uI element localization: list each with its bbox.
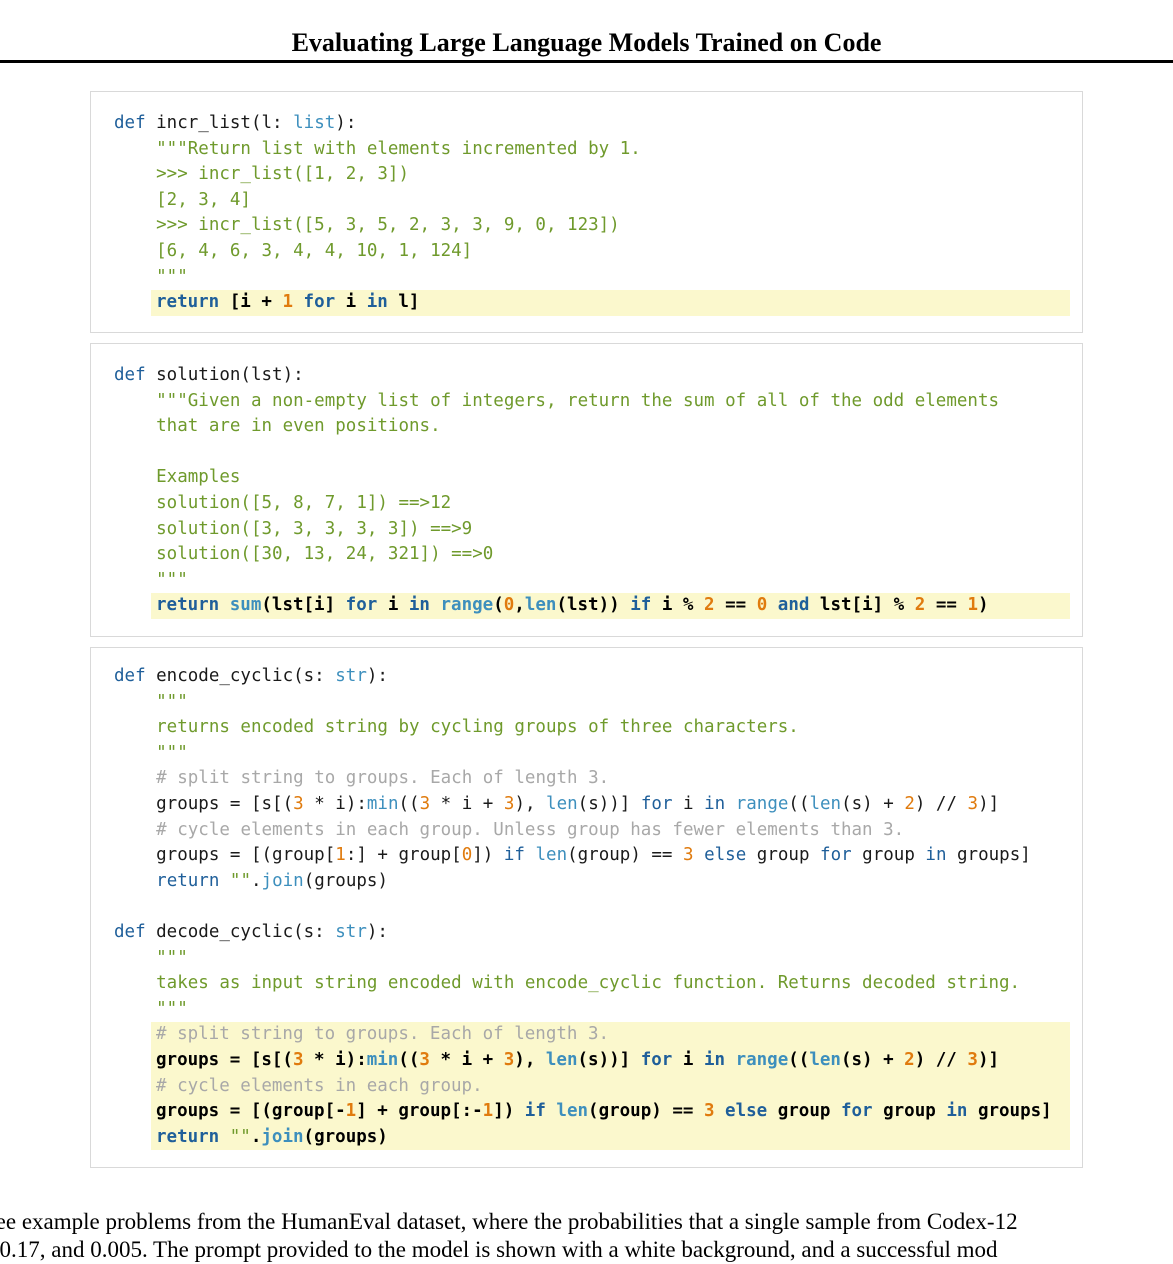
prompt-line: return "".join(groups)	[156, 870, 388, 891]
running-header: Evaluating Large Language Models Trained…	[291, 28, 882, 57]
prompt-line: [6, 4, 6, 3, 4, 4, 10, 1, 124]	[114, 240, 473, 261]
completion-line: groups = [s[(3 * i):min((3 * i + 3), len…	[151, 1047, 1070, 1074]
prompt-line: solution([30, 13, 24, 321]) ==>0	[114, 544, 494, 565]
completion-line: groups = [(group[-1] + group[:-1]) if le…	[151, 1099, 1070, 1125]
prompt-line: def incr_list(l: list):	[114, 113, 357, 133]
prompt-line: """	[114, 998, 188, 1019]
prompt-line: that are in even positions.	[114, 416, 441, 437]
prompt-line: takes as input string encoded with encod…	[114, 973, 1021, 994]
code-example-cyclic: def encode_cyclic(s: str): """ returns e…	[90, 647, 1083, 1168]
prompt-line: groups = [s[(3 * i):min((3 * i + 3), len…	[114, 793, 1000, 814]
prompt-line: def decode_cyclic(s: str):	[114, 921, 388, 942]
prompt-line: """	[114, 266, 188, 287]
code-block: def encode_cyclic(s: str): """ returns e…	[114, 664, 1070, 1151]
prompt-line: """	[114, 742, 188, 763]
prompt-line: solution([5, 8, 7, 1]) ==>12	[114, 492, 452, 513]
completion-line: # cycle elements in each group.	[151, 1073, 1070, 1100]
prompt-line: """Return list with elements incremented…	[114, 138, 641, 159]
prompt-line: >>> incr_list([1, 2, 3])	[114, 164, 410, 185]
code-example-solution: def solution(lst): """Given a non-empty …	[90, 343, 1083, 637]
prompt-line: groups = [(group[1:] + group[0]) if len(…	[114, 845, 1031, 866]
prompt-line	[114, 894, 1070, 920]
prompt-line: Examples	[114, 467, 241, 488]
prompt-line: """	[114, 691, 188, 712]
prompt-line: returns encoded string by cycling groups…	[114, 717, 799, 738]
prompt-line: # cycle elements in each group. Unless g…	[156, 819, 905, 840]
prompt-line: >>> incr_list([5, 3, 5, 2, 3, 3, 9, 0, 1…	[114, 215, 620, 236]
figure-caption: ree example problems from the HumanEval …	[0, 1208, 1173, 1264]
caption-line: , 0.17, and 0.005. The prompt provided t…	[0, 1237, 998, 1262]
prompt-line: [2, 3, 4]	[114, 189, 251, 210]
header-rule	[0, 60, 1173, 63]
completion-line: return sum(lst[i] for i in range(0,len(l…	[151, 593, 1070, 619]
completion-line: return "".join(groups)	[151, 1124, 1070, 1151]
prompt-line: # split string to groups. Each of length…	[156, 768, 610, 789]
caption-line: ree example problems from the HumanEval …	[0, 1209, 1018, 1234]
completion-line: return [i + 1 for i in l]	[151, 290, 1070, 316]
code-block: def solution(lst): """Given a non-empty …	[114, 363, 1070, 619]
prompt-line: def encode_cyclic(s: str):	[114, 666, 388, 686]
prompt-line: """Given a non-empty list of integers, r…	[114, 390, 1000, 411]
prompt-line: """	[114, 947, 188, 968]
prompt-line: def solution(lst):	[114, 365, 304, 385]
code-example-incr-list: def incr_list(l: list): """Return list w…	[90, 91, 1083, 333]
completion-line: # split string to groups. Each of length…	[151, 1022, 1070, 1048]
prompt-line	[114, 440, 1070, 466]
prompt-line: """	[114, 569, 188, 590]
code-block: def incr_list(l: list): """Return list w…	[114, 111, 1070, 316]
prompt-line: solution([3, 3, 3, 3, 3]) ==>9	[114, 518, 473, 539]
